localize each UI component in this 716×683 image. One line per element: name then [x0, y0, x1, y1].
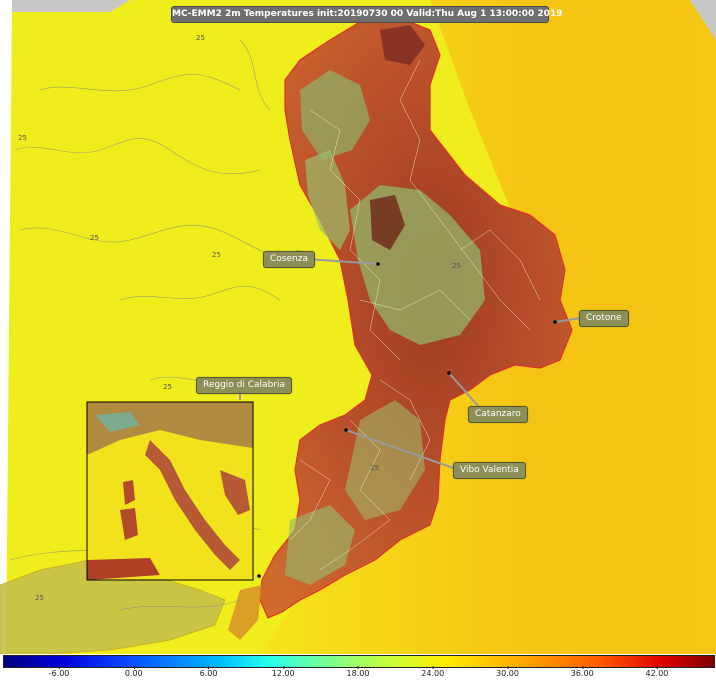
colorbar-tick-label: 18.00 [346, 666, 370, 678]
reggio-marker [257, 574, 261, 578]
colorbar-tick-label: 24.00 [421, 666, 445, 678]
crotone-marker [553, 320, 557, 324]
map-title: MC-EMM2 2m Temperatures init:20190730 00… [171, 6, 562, 23]
contour-label: 25 [370, 464, 379, 472]
contour-label: 25 [212, 251, 221, 259]
colorbar-tick-label: 42.00 [645, 666, 669, 678]
map-view: 25 25 25 25 25 25 25 25 MC-EMM2 2m Tempe… [0, 0, 716, 654]
colorbar-tick-label: -6.00 [48, 666, 70, 678]
city-label-reggio-di-calabria: Reggio di Calabria [196, 377, 292, 394]
italy-inset-map [86, 401, 254, 581]
city-label-crotone: Crotone [579, 310, 629, 327]
vibo-valentia-marker [344, 428, 348, 432]
cosenza-marker [376, 262, 380, 266]
contour-label: 25 [452, 262, 461, 270]
colorbar-tick-label: 6.00 [199, 666, 218, 678]
catanzaro-marker [447, 371, 451, 375]
colorbar-tick-label: 36.00 [570, 666, 594, 678]
colorbar-tick-labels: -6.00 0.00 6.00 12.00 18.00 24.00 30.00 36.00 42… [3, 666, 713, 683]
colorbar-tick-label: 30.00 [496, 666, 519, 678]
colorbar-tick-label: 0.00 [124, 666, 143, 678]
contour-label: 25 [163, 383, 172, 391]
city-label-catanzaro: Catanzaro [468, 406, 528, 423]
contour-label: 25 [18, 134, 27, 142]
contour-label: 25 [90, 234, 99, 242]
city-label-vibo-valentia: Vibo Valentia [453, 462, 526, 479]
contour-label: 25 [35, 594, 44, 602]
temperature-map: 25 25 25 25 25 25 25 25 [0, 0, 716, 654]
colorbar-tick-label: 12.00 [271, 666, 295, 678]
city-label-cosenza: Cosenza [263, 251, 315, 268]
contour-label: 25 [196, 34, 205, 42]
